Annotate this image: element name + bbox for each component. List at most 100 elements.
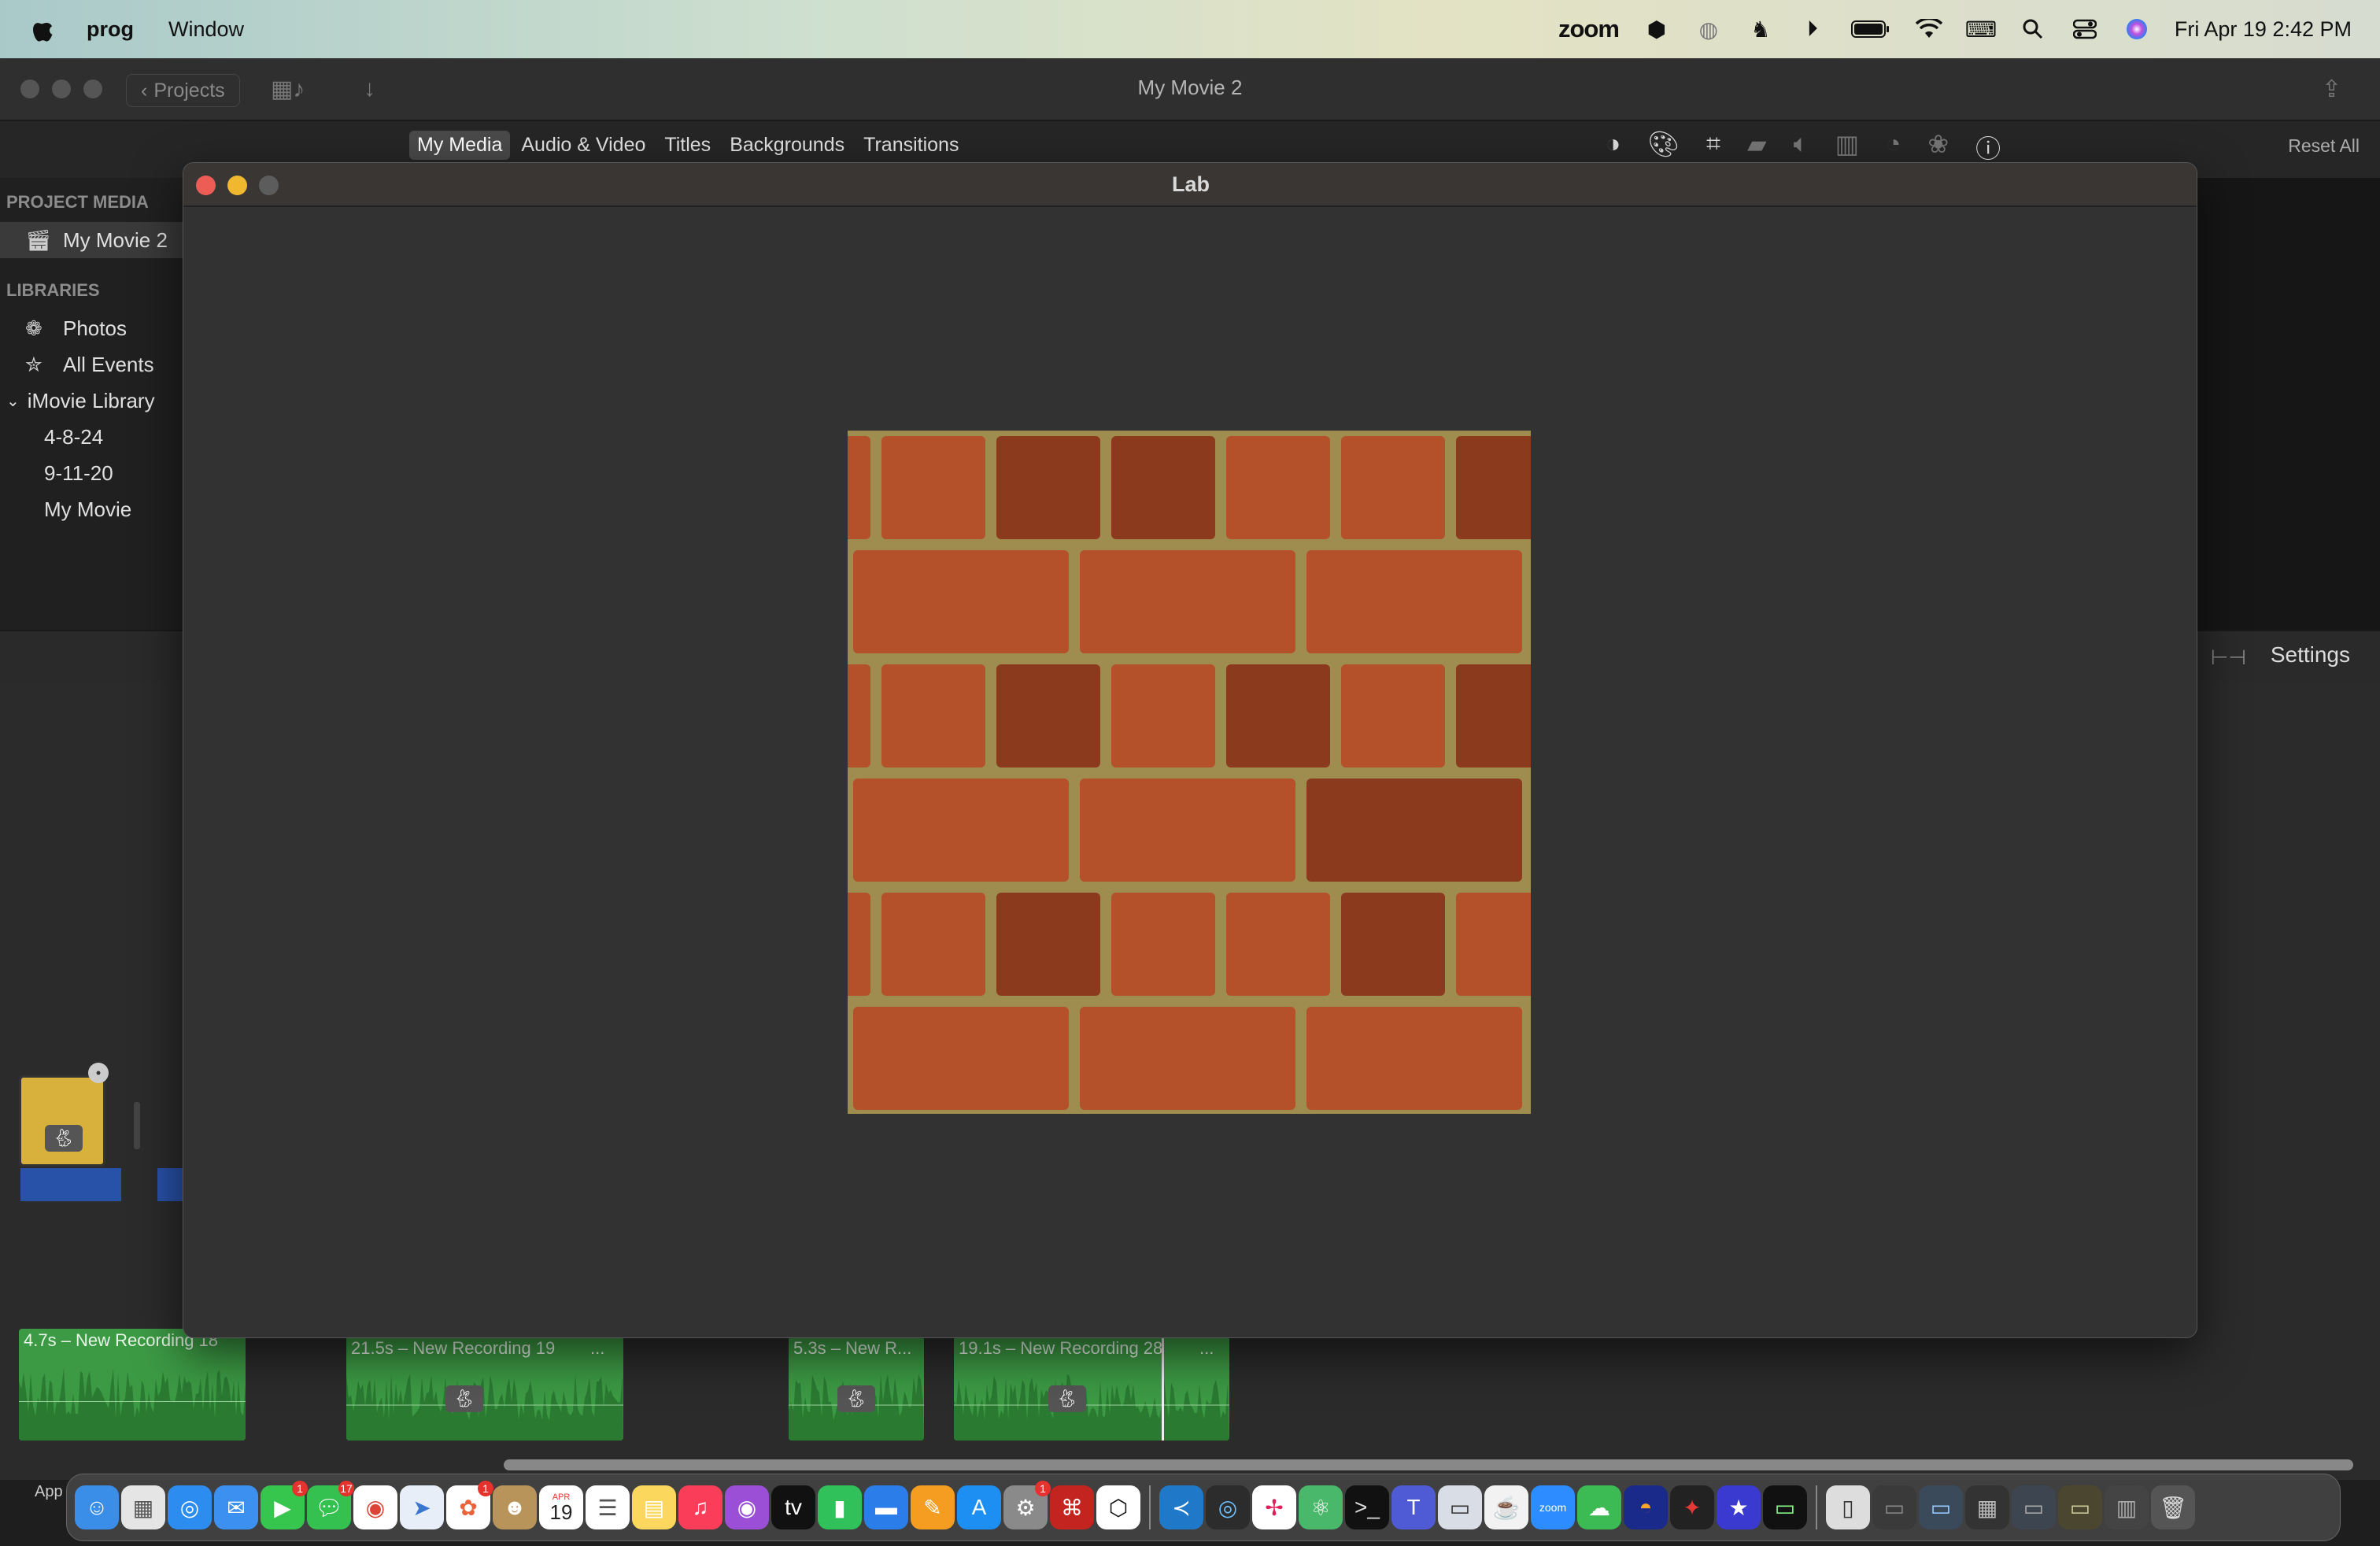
control-center-icon[interactable] (2071, 15, 2099, 43)
app-store-icon[interactable]: A (957, 1485, 1001, 1529)
imovie-icon[interactable]: ★ (1717, 1485, 1761, 1529)
equalizer-icon[interactable]: ▥ (1835, 129, 1859, 165)
timeline-scrollbar[interactable] (504, 1459, 2353, 1470)
network-icon[interactable]: ☁ (1577, 1485, 1621, 1529)
teams-icon[interactable]: T (1391, 1485, 1436, 1529)
audio-clip[interactable]: 4.7s – New Recording 18 (19, 1329, 246, 1441)
globe-status-icon[interactable]: ◍ (1694, 15, 1723, 43)
pages-icon[interactable]: ✎ (911, 1485, 955, 1529)
window-thumbnail-icon[interactable]: ▥ (2105, 1485, 2149, 1529)
atom-icon[interactable]: ⚛ (1299, 1485, 1343, 1529)
safari-icon[interactable]: ◎ (168, 1485, 212, 1529)
share-icon[interactable]: ⇪ (2322, 76, 2341, 103)
tab-transitions[interactable]: Transitions (856, 131, 966, 160)
apple-tv-icon[interactable]: tv (771, 1485, 815, 1529)
reminders-icon[interactable]: ☰ (586, 1485, 630, 1529)
chevron-down-icon[interactable]: ⌄ (6, 391, 20, 411)
sidebar-item-my-movie-2[interactable]: 🎬︎ My Movie 2 (0, 222, 183, 258)
music-icon[interactable]: ♫ (678, 1485, 722, 1529)
settings-button[interactable]: Settings (2271, 642, 2350, 668)
reset-all-button[interactable]: Reset All (2288, 135, 2360, 157)
color-balance-icon[interactable]: ◑ (1606, 129, 1621, 165)
window-thumbnail-icon[interactable]: ▭ (1872, 1485, 1916, 1529)
notes-icon[interactable]: ▤ (632, 1485, 676, 1529)
unity-icon[interactable]: ⬡ (1096, 1485, 1140, 1529)
clapper-icon: 🎬︎ (25, 227, 52, 252)
clip-handle-icon[interactable]: • (88, 1063, 109, 1083)
stabilization-icon[interactable]: ▰ (1747, 129, 1767, 165)
audio-clip[interactable]: 19.1s – New Recording 28 ... 🐇︎ (954, 1337, 1229, 1441)
system-settings-icon[interactable]: ⚙ 1 (1003, 1481, 1051, 1529)
keyboard-input-icon[interactable]: ⌨ (1965, 15, 1997, 43)
contacts-icon[interactable]: ☻ (493, 1485, 537, 1529)
finder-icon[interactable]: ☺ (75, 1485, 119, 1529)
sidebar-item-all-events[interactable]: ✮ All Events (0, 346, 183, 383)
speed-icon[interactable]: ◔ (1886, 129, 1901, 165)
battery-icon[interactable] (1850, 15, 1891, 43)
title-clip-bar[interactable] (20, 1168, 121, 1201)
sidebar-item-event[interactable]: 4-8-24 (0, 419, 183, 455)
numbers-icon[interactable]: ▮ (818, 1485, 862, 1529)
sidebar-item-photos[interactable]: ❁ Photos (0, 310, 183, 346)
blender-icon[interactable]: ◓ (1624, 1485, 1668, 1529)
keynote-icon[interactable]: ▬ (864, 1485, 908, 1529)
window-thumbnail-icon[interactable]: ▦ (1965, 1485, 2009, 1529)
maps-icon[interactable]: ➤ (400, 1485, 444, 1529)
mail-icon[interactable]: ✉ (214, 1485, 258, 1529)
playhead[interactable] (1162, 1337, 1164, 1441)
window-thumbnail-icon[interactable]: ▭ (2058, 1485, 2102, 1529)
facetime-icon[interactable]: ▶ 1 (261, 1481, 308, 1529)
sidebar-item-event[interactable]: 9-11-20 (0, 455, 183, 491)
title-clip-bar[interactable] (157, 1168, 183, 1201)
disk-utility-icon[interactable]: ▭ (1438, 1485, 1482, 1529)
terminal-icon[interactable]: >_ (1345, 1485, 1389, 1529)
waveform-path (954, 1374, 1229, 1441)
clock[interactable]: Fri Apr 19 2:42 PM (2175, 17, 2352, 42)
brick (1341, 436, 1445, 539)
photos-icon[interactable]: ✿ 1 (446, 1481, 493, 1529)
clip-filter-icon[interactable]: ❀ (1927, 129, 1949, 165)
wifi-icon[interactable] (1915, 15, 1943, 43)
preview-icon[interactable]: ◎ (1206, 1485, 1250, 1529)
trash-icon[interactable]: 🗑︎ (2151, 1485, 2195, 1529)
audio-clip[interactable]: 21.5s – New Recording 19 ... 🐇︎ (346, 1337, 623, 1441)
launchpad-icon[interactable]: ▦ (121, 1485, 165, 1529)
chrome-icon[interactable]: ◉ (353, 1485, 397, 1529)
siri-icon[interactable] (2123, 15, 2151, 43)
audio-clip[interactable]: 5.3s – New R... 🐇︎ (789, 1337, 924, 1441)
play-circle-icon[interactable]: ⏵ (1798, 15, 1827, 43)
volume-icon[interactable]: 🔈︎ (1794, 129, 1809, 165)
color-palette-icon[interactable]: 🎨︎ (1647, 129, 1680, 165)
window-menu[interactable]: Window (168, 17, 244, 42)
hexagon-status-icon[interactable]: ⬢ (1643, 15, 1671, 43)
messages-icon[interactable]: 💬︎ 17 (307, 1481, 354, 1529)
audio-editor-icon[interactable]: ✦ (1670, 1485, 1714, 1529)
document-stack-icon[interactable]: ▯ (1826, 1485, 1870, 1529)
apple-menu-icon[interactable] (30, 14, 57, 44)
console-icon[interactable]: ▭ (1763, 1485, 1807, 1529)
audio-waveform (954, 1374, 1229, 1441)
window-thumbnail-icon[interactable]: ▭ (2012, 1485, 2056, 1529)
info-icon[interactable]: ⓘ (1975, 129, 2001, 165)
zoom-app-icon[interactable]: zoom (1531, 1485, 1575, 1529)
zoom-menu-extra[interactable]: zoom (1558, 15, 1620, 43)
search-icon[interactable] (2019, 15, 2047, 43)
app-name-menu[interactable]: prog (87, 17, 134, 42)
zoom-slider-icon[interactable]: ⊢⊣ (2211, 645, 2246, 670)
slack-icon[interactable]: ✢ (1252, 1485, 1296, 1529)
podcasts-icon[interactable]: ◉ (725, 1485, 769, 1529)
tab-audio-video[interactable]: Audio & Video (513, 131, 653, 160)
calendar-icon[interactable]: APR 19 (539, 1485, 583, 1529)
acrobat-icon[interactable]: ⌘ (1050, 1485, 1094, 1529)
window-thumbnail-icon[interactable]: ▭ (1919, 1485, 1963, 1529)
tab-backgrounds[interactable]: Backgrounds (722, 131, 852, 160)
video-clip-thumbnail[interactable]: 🐇︎ (19, 1075, 105, 1167)
tab-my-media[interactable]: My Media (409, 131, 511, 160)
sidebar-item-event[interactable]: My Movie (0, 491, 183, 527)
tab-titles[interactable]: Titles (656, 131, 719, 160)
java-icon[interactable]: ☕ (1484, 1485, 1528, 1529)
sidebar-item-imovie-library[interactable]: ⌄ iMovie Library (0, 383, 183, 419)
vscode-icon[interactable]: ≺ (1159, 1485, 1203, 1529)
elephant-status-icon[interactable]: ♞ (1746, 15, 1775, 43)
crop-icon[interactable]: ⌗ (1706, 129, 1720, 165)
